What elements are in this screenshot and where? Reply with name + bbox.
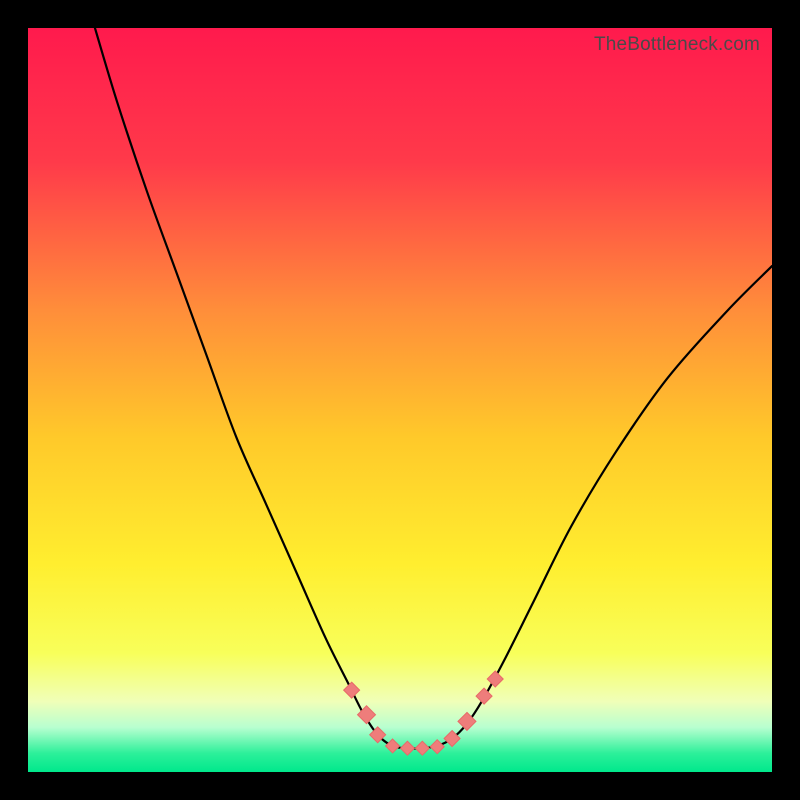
- curve-marker: [370, 727, 386, 743]
- curve-markers: [28, 28, 772, 772]
- curve-marker: [487, 671, 503, 687]
- watermark-text: TheBottleneck.com: [594, 34, 760, 56]
- outer-frame: TheBottleneck.com: [0, 0, 800, 800]
- curve-marker: [415, 741, 429, 755]
- curve-marker: [358, 706, 376, 724]
- curve-marker: [386, 739, 400, 753]
- curve-marker: [344, 682, 360, 698]
- curve-marker: [400, 741, 414, 755]
- curve-marker: [458, 712, 476, 730]
- curve-marker: [430, 740, 444, 754]
- plot-area: TheBottleneck.com: [28, 28, 772, 772]
- curve-marker: [444, 731, 460, 747]
- curve-marker: [476, 688, 492, 704]
